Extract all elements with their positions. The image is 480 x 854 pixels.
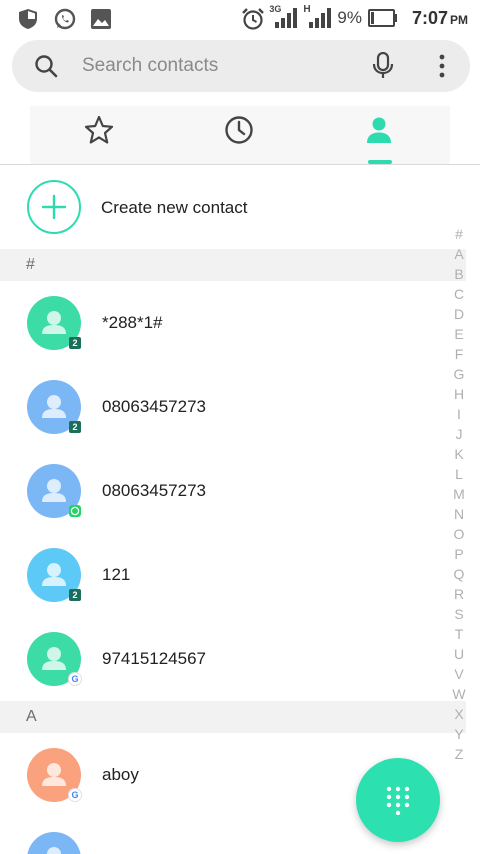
whatsapp-icon — [54, 8, 76, 30]
list-item[interactable]: 2 121 — [0, 533, 440, 617]
list-item[interactable]: 2 08063457273 — [0, 365, 440, 449]
index-letter[interactable]: H — [448, 384, 470, 404]
shield-icon — [18, 8, 40, 30]
google-badge: G — [69, 673, 81, 685]
sim-badge: 2 — [69, 421, 81, 433]
search-icon[interactable] — [34, 54, 58, 78]
status-bar-right: 3G H 9% 7:07 PM — [241, 4, 468, 30]
tab-bar — [30, 106, 450, 164]
contact-name: 08063457273 — [102, 397, 207, 416]
person-avatar-icon — [47, 847, 61, 854]
index-letter[interactable]: F — [448, 344, 470, 364]
search-input[interactable] — [82, 52, 352, 80]
clock-ampm: PM — [450, 12, 468, 27]
section-header: A — [0, 701, 466, 733]
battery-percent: 9% — [337, 8, 362, 27]
microphone-icon[interactable] — [370, 51, 396, 80]
contact-name: 121 — [102, 565, 131, 584]
index-letter[interactable]: E — [448, 324, 470, 344]
clock-time: 7:07 — [411, 7, 448, 28]
create-new-contact-label: Create new contact — [101, 198, 248, 217]
alphabet-index[interactable]: # A B C D E F G H I J K L M N O P Q R S … — [448, 224, 470, 764]
index-letter[interactable]: W — [448, 684, 470, 704]
contact-name: 08063457273 — [102, 481, 207, 500]
image-icon — [90, 8, 112, 30]
sim-badge: 2 — [69, 589, 81, 601]
dialpad-icon — [386, 786, 410, 815]
dialpad-button[interactable] — [356, 758, 440, 842]
index-letter[interactable]: K — [448, 444, 470, 464]
index-letter[interactable]: X — [448, 704, 470, 724]
index-letter[interactable]: V — [448, 664, 470, 684]
index-letter[interactable]: R — [448, 584, 470, 604]
index-letter[interactable]: # — [448, 224, 470, 244]
index-letter[interactable]: L — [448, 464, 470, 484]
signal-h-icon: H — [303, 4, 332, 30]
index-letter[interactable]: T — [448, 624, 470, 644]
index-letter[interactable]: U — [448, 644, 470, 664]
index-letter[interactable]: N — [448, 504, 470, 524]
index-letter[interactable]: O — [448, 524, 470, 544]
plus-icon — [27, 180, 81, 234]
contact-name: *288*1# — [102, 313, 163, 332]
index-letter[interactable]: M — [448, 484, 470, 504]
google-badge: G — [69, 789, 81, 801]
sim-badge: 2 — [69, 337, 81, 349]
index-letter[interactable]: B — [448, 264, 470, 284]
clock: 7:07 PM — [412, 8, 468, 29]
section-header-label: A — [26, 708, 37, 725]
index-letter[interactable]: C — [448, 284, 470, 304]
index-letter[interactable]: I — [448, 404, 470, 424]
clock-icon — [225, 116, 253, 144]
tab-contacts[interactable] — [329, 106, 429, 164]
section-header: # — [0, 249, 466, 281]
list-item[interactable]: G 97415124567 — [0, 617, 440, 701]
person-icon — [367, 117, 391, 143]
index-letter[interactable]: J — [448, 424, 470, 444]
tab-favorites[interactable] — [49, 106, 149, 164]
more-vert-icon[interactable] — [436, 52, 448, 80]
battery-icon — [367, 9, 398, 27]
list-item[interactable]: 2 *288*1# — [0, 281, 440, 365]
avatar — [27, 832, 81, 854]
whatsapp-badge-icon — [69, 505, 81, 517]
index-letter[interactable]: D — [448, 304, 470, 324]
status-bar-left — [18, 8, 112, 30]
tab-recents[interactable] — [189, 106, 289, 164]
contact-name: aboy — [102, 765, 139, 784]
alarm-icon — [241, 7, 265, 30]
star-icon — [84, 115, 114, 144]
status-bar: 3G H 9% 7:07 PM — [0, 0, 480, 36]
index-letter[interactable]: A — [448, 244, 470, 264]
search-bar[interactable] — [12, 40, 470, 92]
signal-3g-icon: 3G — [269, 4, 298, 30]
contact-name: 97415124567 — [102, 649, 207, 668]
index-letter[interactable]: S — [448, 604, 470, 624]
create-new-contact-row[interactable]: Create new contact — [0, 165, 480, 249]
index-letter[interactable]: Q — [448, 564, 470, 584]
index-letter[interactable]: Z — [448, 744, 470, 764]
index-letter[interactable]: P — [448, 544, 470, 564]
index-letter[interactable]: Y — [448, 724, 470, 744]
index-letter[interactable]: G — [448, 364, 470, 384]
list-item[interactable]: 08063457273 — [0, 449, 440, 533]
section-header-label: # — [26, 256, 35, 273]
